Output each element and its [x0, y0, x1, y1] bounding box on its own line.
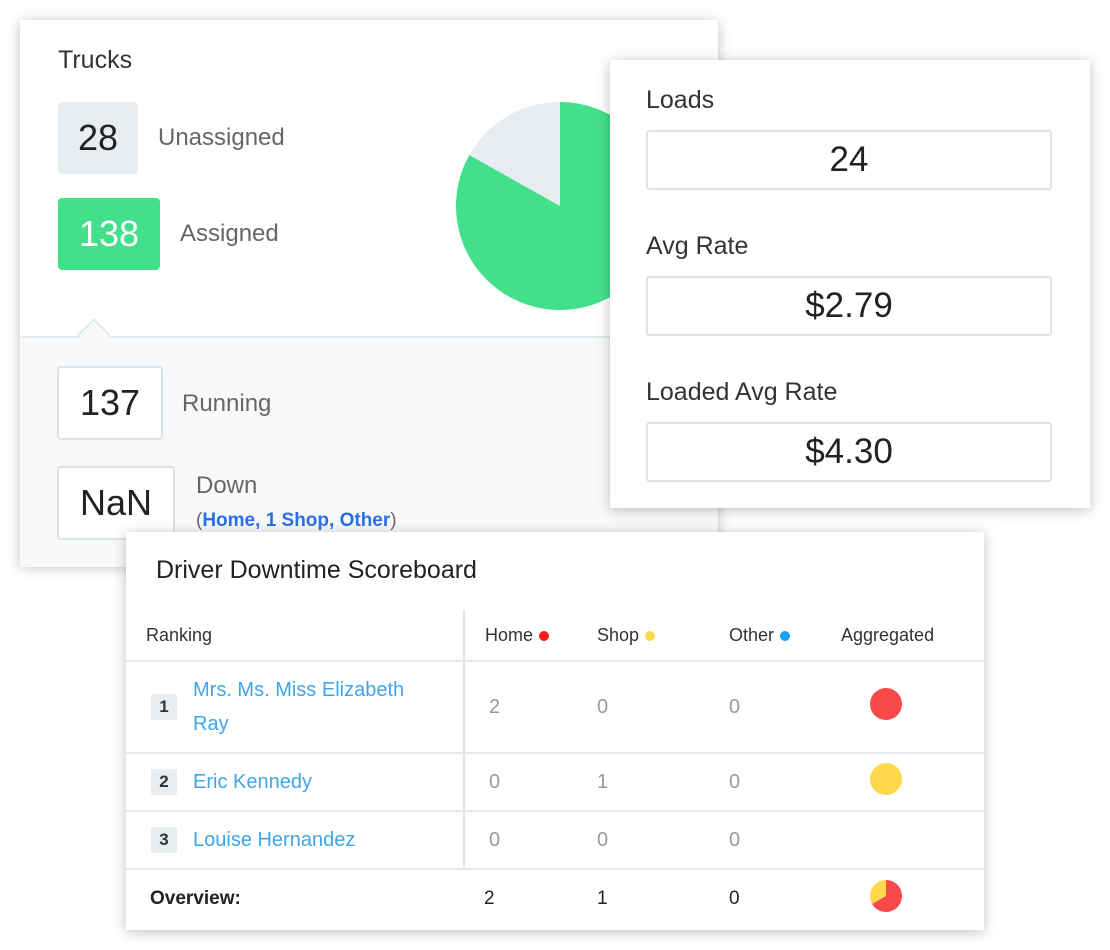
overview-other: 0: [728, 868, 840, 927]
home-dot-icon: [539, 630, 550, 641]
ranking-cell: 3 Louise Hernandez: [126, 811, 465, 870]
overview-label: Overview:: [126, 868, 464, 927]
table-row: 3 Louise Hernandez 0 0 0: [126, 811, 984, 870]
paren-close: ): [390, 510, 397, 531]
shop-cell: 0: [596, 811, 728, 870]
overview-home: 2: [464, 868, 596, 927]
unassigned-count: 28: [58, 102, 138, 174]
overview-shop: 1: [596, 868, 728, 927]
down-shop-link[interactable]: 1 Shop: [266, 510, 329, 531]
col-home-label: Home: [485, 624, 534, 645]
col-aggregated: Aggregated: [840, 610, 984, 662]
col-ranking: Ranking: [126, 610, 465, 662]
aggregate-dot-icon: [870, 763, 902, 795]
aggregated-cell: [840, 753, 984, 812]
col-home: Home: [464, 610, 596, 662]
down-label: Down: [196, 472, 258, 499]
overview-row: Overview: 2 1 0: [126, 868, 984, 927]
col-shop: Shop: [596, 610, 728, 662]
col-other-label: Other: [729, 624, 775, 645]
down-other-link[interactable]: Other: [340, 510, 391, 531]
col-other: Other: [728, 610, 840, 662]
assigned-label: Assigned: [180, 220, 279, 247]
ranking-cell: 2 Eric Kennedy: [126, 753, 465, 812]
avg-rate-label: Avg Rate: [646, 232, 749, 260]
overview-aggregate-pie: [870, 879, 902, 912]
scoreboard-table: Ranking Home Shop Other Aggregated 1 Mrs.…: [126, 610, 984, 927]
loads-value: 24: [646, 130, 1052, 190]
down-home-link[interactable]: Home: [202, 510, 255, 531]
driver-link[interactable]: Louise Hernandez: [193, 823, 355, 857]
driver-link[interactable]: Mrs. Ms. Miss Elizabeth Ray: [193, 673, 443, 741]
shop-dot-icon: [645, 630, 656, 641]
table-row: 1 Mrs. Ms. Miss Elizabeth Ray 2 0 0: [126, 661, 984, 754]
home-cell: 2: [464, 661, 596, 754]
shop-cell: 1: [596, 753, 728, 812]
aggregated-cell: [840, 661, 984, 754]
rank-badge: 2: [151, 769, 177, 795]
ranking-cell: 1 Mrs. Ms. Miss Elizabeth Ray: [126, 661, 465, 754]
down-breakdown: (Home, 1 Shop, Other): [196, 510, 397, 531]
assigned-count: 138: [58, 198, 160, 270]
downtime-scoreboard-card: Driver Downtime Scoreboard Ranking Home …: [126, 532, 984, 930]
avg-rate-value: $2.79: [646, 276, 1052, 336]
running-count: 137: [57, 366, 163, 440]
home-cell: 0: [464, 753, 596, 812]
home-cell: 0: [464, 811, 596, 870]
unassigned-label: Unassigned: [158, 124, 285, 151]
loads-label: Loads: [646, 86, 715, 114]
aggregate-dot-icon: [870, 688, 902, 720]
loaded-avg-rate-label: Loaded Avg Rate: [646, 378, 838, 406]
loaded-avg-rate-value: $4.30: [646, 422, 1052, 482]
rank-badge: 1: [151, 694, 177, 720]
trucks-title: Trucks: [58, 46, 133, 74]
overview-aggregated: [840, 868, 984, 927]
aggregated-cell: [840, 811, 984, 870]
shop-cell: 0: [596, 661, 728, 754]
driver-link[interactable]: Eric Kennedy: [193, 765, 312, 799]
other-cell: 0: [728, 811, 840, 870]
rank-badge: 3: [151, 827, 177, 853]
scoreboard-title: Driver Downtime Scoreboard: [156, 556, 477, 584]
other-cell: 0: [728, 661, 840, 754]
other-dot-icon: [780, 630, 791, 641]
aggregate-dot-icon: [870, 821, 902, 853]
table-row: 2 Eric Kennedy 0 1 0: [126, 753, 984, 812]
loads-card: Loads 24 Avg Rate $2.79 Loaded Avg Rate …: [610, 60, 1090, 508]
running-label: Running: [182, 390, 272, 417]
other-cell: 0: [728, 753, 840, 812]
down-count: NaN: [57, 466, 175, 540]
col-shop-label: Shop: [597, 624, 640, 645]
